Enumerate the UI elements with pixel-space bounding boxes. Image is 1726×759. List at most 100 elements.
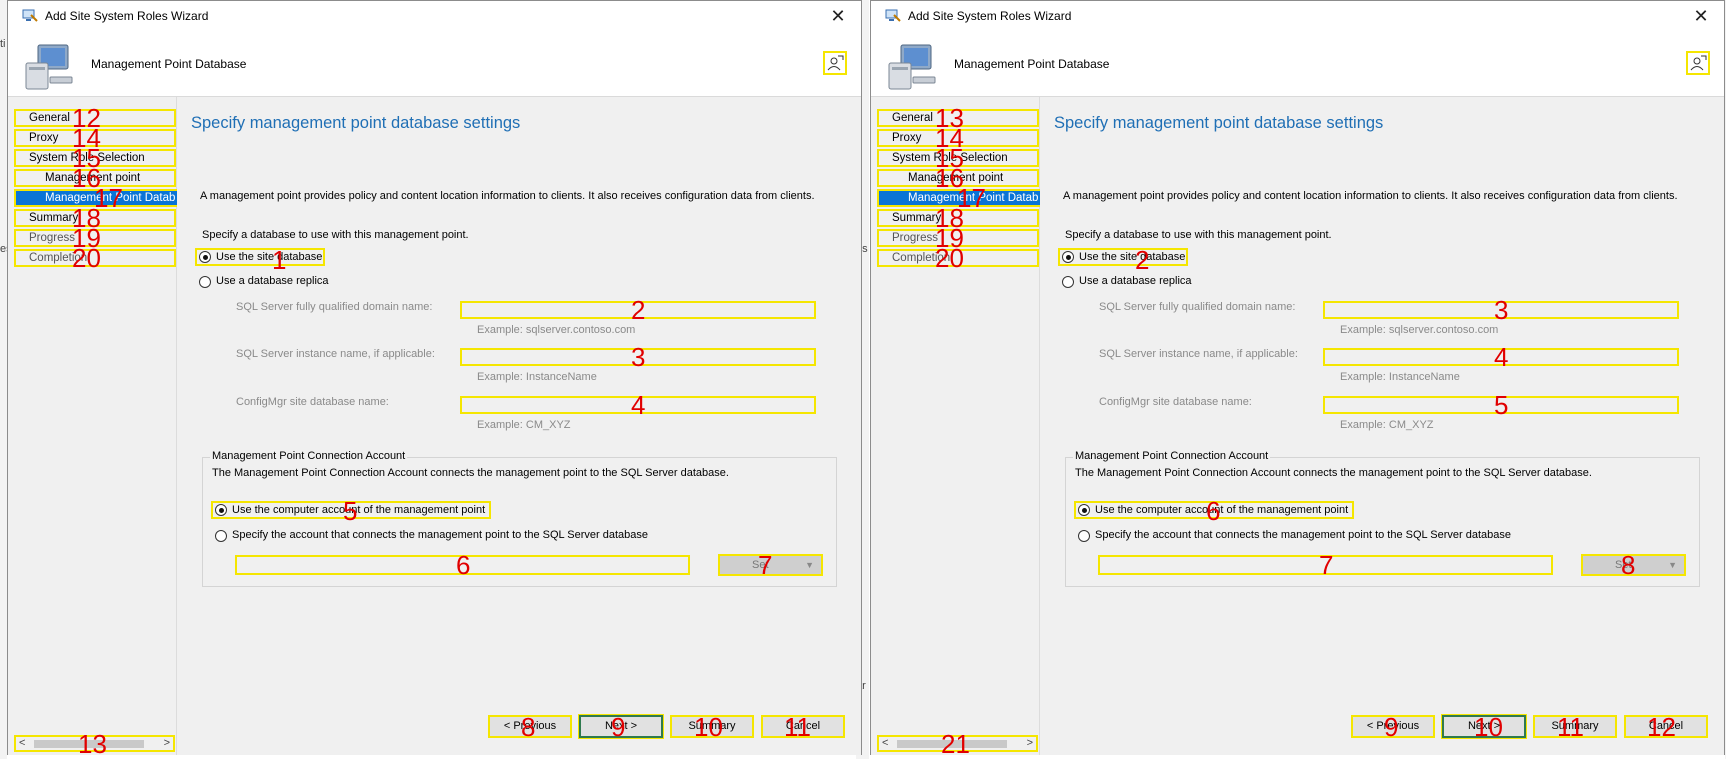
scroll-right-icon[interactable]: > <box>1027 737 1033 750</box>
set-account-button[interactable]: Set ▼ <box>1581 554 1686 576</box>
sql-instance-label: SQL Server instance name, if applicable: <box>236 348 435 360</box>
next-button[interactable]: Next > <box>1441 714 1527 739</box>
group-description: The Management Point Connection Account … <box>212 467 729 479</box>
nav-item-management-point[interactable]: Management point <box>877 169 1039 187</box>
account-input[interactable] <box>235 555 690 575</box>
sql-instance-input[interactable] <box>1323 348 1679 366</box>
window-title: Add Site System Roles Wizard <box>908 9 1072 23</box>
radio-selected-icon <box>199 251 211 263</box>
wizard-header: Management Point Database <box>8 31 861 97</box>
sql-fqdn-example: Example: sqlserver.contoso.com <box>477 324 636 336</box>
account-input[interactable] <box>1098 555 1553 575</box>
wizard-app-icon <box>885 9 901 22</box>
nav-horizontal-scrollbar[interactable]: < > <box>877 735 1038 752</box>
nav-item-system-role-selection[interactable]: System Role Selection <box>14 149 176 167</box>
scroll-left-icon[interactable]: < <box>19 737 25 750</box>
background-app-left: ti es <box>0 0 12 759</box>
wizard-window: Add Site System Roles Wizard ✕ Managemen… <box>870 0 1725 757</box>
sql-instance-input[interactable] <box>460 348 816 366</box>
title-bar: Add Site System Roles Wizard ✕ <box>871 1 1724 31</box>
group-description: The Management Point Connection Account … <box>1075 467 1592 479</box>
chevron-down-icon: ▼ <box>805 560 814 570</box>
nav-item-progress[interactable]: Progress <box>14 229 176 247</box>
nav-item-summary[interactable]: Summary <box>877 209 1039 227</box>
wizard-window: Add Site System Roles Wizard ✕ Managemen… <box>7 0 862 757</box>
radio-unselected-icon <box>1062 276 1074 288</box>
wizard-header: Management Point Database <box>871 31 1724 97</box>
help-person-icon[interactable] <box>1686 51 1710 75</box>
description-text: A management point provides policy and c… <box>1063 190 1678 202</box>
previous-button[interactable]: < Previous <box>488 715 572 738</box>
nav-item-completion[interactable]: Completion <box>877 249 1039 267</box>
set-account-button[interactable]: Set ▼ <box>718 554 823 576</box>
site-db-name-input[interactable] <box>460 396 816 414</box>
connection-account-group: Management Point Connection Account The … <box>1065 450 1700 587</box>
radio-unselected-icon <box>1078 530 1090 542</box>
next-button[interactable]: Next > <box>578 714 664 739</box>
wizard-nav: General Proxy System Role Selection Mana… <box>871 97 1072 755</box>
site-db-name-example: Example: CM_XYZ <box>1340 419 1434 431</box>
radio-use-computer-account[interactable]: Use the computer account of the manageme… <box>211 501 491 519</box>
nav-item-general[interactable]: General <box>14 109 176 127</box>
scroll-thumb[interactable] <box>34 740 144 748</box>
previous-button[interactable]: < Previous <box>1351 715 1435 738</box>
nav-item-progress[interactable]: Progress <box>877 229 1039 247</box>
cancel-button[interactable]: Cancel <box>761 715 845 738</box>
window-title: Add Site System Roles Wizard <box>45 9 209 23</box>
sql-fqdn-example: Example: sqlserver.contoso.com <box>1340 324 1499 336</box>
nav-item-proxy[interactable]: Proxy <box>14 129 176 147</box>
radio-use-database-replica[interactable]: Use a database replica <box>1060 274 1192 290</box>
description-text: A management point provides policy and c… <box>200 190 815 202</box>
nav-horizontal-scrollbar[interactable]: < > <box>14 735 175 752</box>
site-db-name-input[interactable] <box>1323 396 1679 414</box>
nav-item-proxy[interactable]: Proxy <box>877 129 1039 147</box>
group-title: Management Point Connection Account <box>1073 450 1271 462</box>
close-icon[interactable]: ✕ <box>1690 5 1712 27</box>
group-title: Management Point Connection Account <box>210 450 408 462</box>
connection-account-group: Management Point Connection Account The … <box>202 450 837 587</box>
sql-instance-example: Example: InstanceName <box>1340 371 1460 383</box>
chevron-down-icon: ▼ <box>1668 560 1677 570</box>
summary-button[interactable]: Summary <box>1533 715 1617 738</box>
nav-item-management-point[interactable]: Management point <box>14 169 176 187</box>
sql-fqdn-label: SQL Server fully qualified domain name: <box>236 301 433 313</box>
page-title: Management Point Database <box>954 57 1110 71</box>
wizard-nav: General Proxy System Role Selection Mana… <box>8 97 209 755</box>
radio-selected-icon <box>1078 504 1090 516</box>
sql-instance-example: Example: InstanceName <box>477 371 597 383</box>
radio-use-site-database[interactable]: Use the site database <box>1058 248 1188 266</box>
radio-specify-account[interactable]: Specify the account that connects the ma… <box>1076 528 1511 544</box>
radio-specify-account[interactable]: Specify the account that connects the ma… <box>213 528 648 544</box>
sql-fqdn-input[interactable] <box>460 301 816 319</box>
nav-item-system-role-selection[interactable]: System Role Selection <box>877 149 1039 167</box>
nav-item-completion[interactable]: Completion <box>14 249 176 267</box>
radio-use-computer-account[interactable]: Use the computer account of the manageme… <box>1074 501 1354 519</box>
sql-instance-label: SQL Server instance name, if applicable: <box>1099 348 1298 360</box>
site-db-name-example: Example: CM_XYZ <box>477 419 571 431</box>
nav-item-summary[interactable]: Summary <box>14 209 176 227</box>
scroll-right-icon[interactable]: > <box>164 737 170 750</box>
radio-use-database-replica[interactable]: Use a database replica <box>197 274 329 290</box>
close-icon[interactable]: ✕ <box>827 5 849 27</box>
content-heading: Specify management point database settin… <box>191 114 521 132</box>
radio-unselected-icon <box>215 530 227 542</box>
help-person-icon[interactable] <box>823 51 847 75</box>
site-db-name-label: ConfigMgr site database name: <box>236 396 389 408</box>
scroll-left-icon[interactable]: < <box>882 737 888 750</box>
specify-database-text: Specify a database to use with this mana… <box>1065 229 1332 241</box>
radio-use-site-database[interactable]: Use the site database <box>195 248 325 266</box>
summary-button[interactable]: Summary <box>670 715 754 738</box>
nav-item-general[interactable]: General <box>877 109 1039 127</box>
wizard-app-icon <box>22 9 38 22</box>
radio-unselected-icon <box>199 276 211 288</box>
radio-selected-icon <box>1062 251 1074 263</box>
computer-icon <box>25 44 73 90</box>
page-title: Management Point Database <box>91 57 247 71</box>
cancel-button[interactable]: Cancel <box>1624 715 1708 738</box>
wizard-content: Specify management point database settin… <box>177 97 861 755</box>
background-cut-label: ti <box>0 38 6 50</box>
scroll-thumb[interactable] <box>897 740 1007 748</box>
content-heading: Specify management point database settin… <box>1054 114 1384 132</box>
computer-icon <box>888 44 936 90</box>
sql-fqdn-input[interactable] <box>1323 301 1679 319</box>
